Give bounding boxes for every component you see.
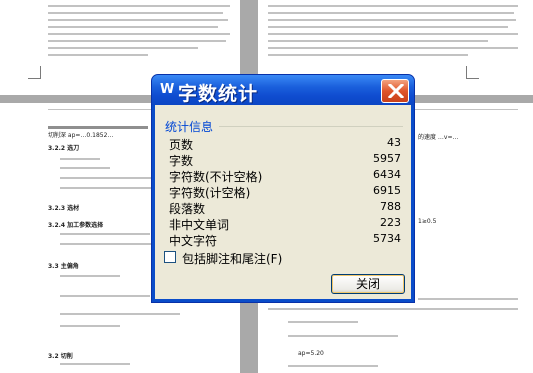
doc-fragment: 的速度 …v=… <box>418 134 459 141</box>
stat-row-words: 字数 5957 <box>169 152 401 168</box>
stat-label: 中文字符 <box>169 234 218 248</box>
stat-row-chinese-chars: 中文字符 5734 <box>169 232 401 248</box>
include-footnotes-label[interactable]: 包括脚注和尾注(F) <box>182 250 282 267</box>
close-x-icon <box>388 84 404 98</box>
doc-fragment: 3.2 切削 <box>48 353 73 360</box>
doc-fragment: 3.2.2 选刀 <box>48 145 80 152</box>
stat-label: 非中文单词 <box>169 218 230 232</box>
stat-value: 6915 <box>373 184 401 197</box>
stat-value: 6434 <box>373 168 401 181</box>
stats-group-label: 统计信息 <box>165 120 214 134</box>
word-count-dialog: W 字数统计 统计信息 页数 43 字数 5957 字符数(不计空格) 6434… <box>151 74 415 303</box>
stat-value: 788 <box>380 200 401 213</box>
stat-label: 页数 <box>169 138 194 152</box>
doc-fragment: ap=5.20 <box>298 350 324 357</box>
doc-fragment: 3.3 主偏角 <box>48 263 79 270</box>
stat-value: 223 <box>380 216 401 229</box>
stat-row-paragraphs: 段落数 788 <box>169 200 401 216</box>
group-divider <box>219 126 403 127</box>
dialog-title: 字数统计 <box>178 83 259 105</box>
stat-label: 段落数 <box>169 202 206 216</box>
stat-value: 5957 <box>373 152 401 165</box>
stat-label: 字符数(计空格) <box>169 186 251 200</box>
doc-fragment: 3.2.4 加工参数选择 <box>48 222 104 229</box>
word-app-icon: W <box>160 82 175 97</box>
doc-fragment: 1≥0.5 <box>418 218 437 225</box>
stat-row-pages: 页数 43 <box>169 136 401 152</box>
stat-label: 字数 <box>169 154 194 168</box>
include-footnotes-checkbox[interactable] <box>164 251 176 263</box>
stat-label: 字符数(不计空格) <box>169 170 263 184</box>
doc-fragment: 3.2.3 选材 <box>48 205 80 212</box>
stat-value: 5734 <box>373 232 401 245</box>
dialog-titlebar[interactable]: W 字数统计 <box>152 75 414 105</box>
doc-fragment: 切削深 ap=…0.1852… <box>48 132 114 139</box>
stat-row-chars-no-spaces: 字符数(不计空格) 6434 <box>169 168 401 184</box>
stat-row-chars-with-spaces: 字符数(计空格) 6915 <box>169 184 401 200</box>
dialog-body: 统计信息 页数 43 字数 5957 字符数(不计空格) 6434 字符数(计空… <box>155 105 411 299</box>
stat-row-non-chinese-words: 非中文单词 223 <box>169 216 401 232</box>
close-button[interactable]: 关闭 <box>331 274 405 294</box>
stat-value: 43 <box>387 136 401 149</box>
title-close-button[interactable] <box>381 79 409 103</box>
